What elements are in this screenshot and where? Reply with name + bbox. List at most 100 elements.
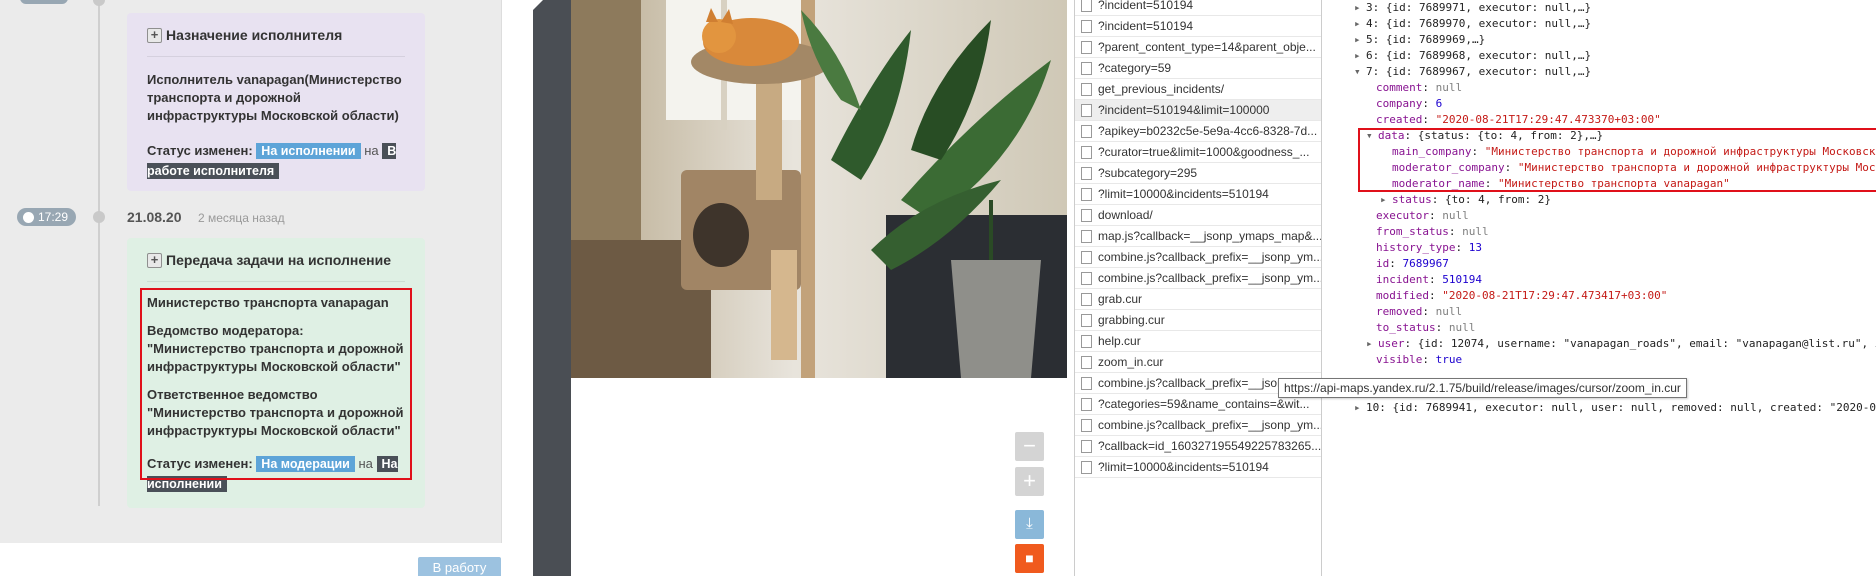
- timeline-dot: [93, 0, 105, 6]
- status-on-label: на: [364, 143, 379, 158]
- network-request-row[interactable]: ?limit=10000&incidents=510194: [1075, 457, 1321, 478]
- console-value: null: [1462, 225, 1489, 238]
- file-icon: [1081, 334, 1092, 348]
- card-title: + Передача задачи на исполнение: [147, 252, 405, 268]
- file-icon: [1081, 355, 1092, 369]
- request-name: ?parent_content_type=14&parent_obje...: [1098, 40, 1316, 54]
- console-entry[interactable]: 6: {id: 7689968, executor: null,…}: [1366, 49, 1591, 62]
- network-request-row[interactable]: combine.js?callback_prefix=__jsonp_ym...: [1075, 415, 1321, 436]
- event-date: 21.08.20: [127, 209, 182, 225]
- highlight-box: [140, 288, 412, 480]
- zoom-out-button[interactable]: −: [1015, 432, 1044, 461]
- file-icon: [1081, 460, 1092, 474]
- request-name: ?apikey=b0232c5e-5e9a-4cc6-8328-7d...: [1098, 124, 1318, 138]
- network-request-row[interactable]: ?subcategory=295: [1075, 163, 1321, 184]
- network-request-row[interactable]: ?apikey=b0232c5e-5e9a-4cc6-8328-7d...: [1075, 121, 1321, 142]
- delete-button[interactable]: ■: [1015, 544, 1044, 573]
- file-icon: [1081, 0, 1092, 12]
- network-request-list: ?incident=510194 ?incident=510194 ?parent_…: [1074, 0, 1322, 576]
- network-request-row[interactable]: ?limit=10000&incidents=510194: [1075, 184, 1321, 205]
- file-icon: [1081, 229, 1092, 243]
- network-request-row[interactable]: grabbing.cur: [1075, 310, 1321, 331]
- expand-arrow-icon[interactable]: ▸: [1366, 336, 1378, 352]
- file-icon: [1081, 19, 1092, 33]
- expand-arrow-icon[interactable]: ▸: [1354, 0, 1366, 16]
- network-request-row[interactable]: combine.js?callback_prefix=__jsonp_ym...: [1075, 268, 1321, 289]
- console-entry[interactable]: 4: {id: 7689970, executor: null,…}: [1366, 17, 1591, 30]
- divider: [147, 56, 405, 57]
- console-entry[interactable]: 3: {id: 7689971, executor: null,…}: [1366, 1, 1591, 14]
- console-value: {id: 12074, username: "vanapagan_roads",…: [1417, 337, 1876, 350]
- console-value: 510194: [1442, 273, 1482, 286]
- console-value: 7689967: [1402, 257, 1449, 270]
- network-request-row[interactable]: combine.js?callback_prefix=__jsonp_ym...: [1075, 247, 1321, 268]
- console-value: "2020-08-21T17:29:47.473370+03:00": [1435, 113, 1661, 126]
- expand-icon[interactable]: +: [147, 252, 162, 268]
- file-icon: [1081, 271, 1092, 285]
- network-request-row[interactable]: ?incident=510194&limit=100000: [1075, 100, 1321, 121]
- event-time: 17:29: [38, 210, 69, 224]
- network-request-row[interactable]: ?callback=id_160327195549225783265...: [1075, 436, 1321, 457]
- network-rows: ?incident=510194 ?incident=510194 ?parent_…: [1075, 0, 1321, 478]
- request-name: ?callback=id_160327195549225783265...: [1098, 439, 1321, 453]
- network-request-row[interactable]: help.cur: [1075, 331, 1321, 352]
- network-request-row[interactable]: get_previous_incidents/: [1075, 79, 1321, 100]
- timeline-dot: [93, 211, 105, 223]
- request-name: grab.cur: [1098, 292, 1143, 306]
- url-tooltip: https://api-maps.yandex.ru/2.1.75/build/…: [1278, 378, 1687, 398]
- file-icon: [1081, 439, 1092, 453]
- console-entry[interactable]: 7: {id: 7689967, executor: null,…}: [1366, 65, 1591, 78]
- console-value: {to: 4, from: 2}: [1445, 193, 1551, 206]
- console-value: null: [1435, 81, 1463, 94]
- expand-arrow-icon[interactable]: ▸: [1354, 16, 1366, 32]
- history-panel: + Назначение исполнителя Исполнитель van…: [0, 0, 502, 543]
- download-icon: ⤓: [1026, 515, 1033, 532]
- file-icon: [1081, 208, 1092, 222]
- request-name: help.cur: [1098, 334, 1141, 348]
- incident-photo[interactable]: [571, 0, 1067, 378]
- expand-arrow-icon[interactable]: ▸: [1354, 400, 1366, 416]
- expand-icon[interactable]: +: [147, 27, 162, 43]
- request-name: map.js?callback=__jsonp_ymaps_map&...: [1098, 229, 1321, 243]
- network-request-row[interactable]: ?incident=510194: [1075, 16, 1321, 37]
- request-name: ?limit=10000&incidents=510194: [1098, 187, 1269, 201]
- request-name: ?limit=10000&incidents=510194: [1098, 460, 1269, 474]
- console-value: null: [1435, 305, 1463, 318]
- download-button[interactable]: ⤓: [1015, 510, 1044, 539]
- request-name: ?incident=510194&limit=100000: [1098, 103, 1270, 117]
- executor-text: Исполнитель vanapagan(Министерство транс…: [147, 72, 402, 123]
- file-icon: [1081, 313, 1092, 327]
- network-request-row[interactable]: ?parent_content_type=14&parent_obje...: [1075, 37, 1321, 58]
- network-request-row[interactable]: ?curator=true&limit=1000&goodness_...: [1075, 142, 1321, 163]
- expand-arrow-icon[interactable]: ▸: [1380, 192, 1392, 208]
- expand-arrow-icon[interactable]: ▸: [1354, 32, 1366, 48]
- expand-arrow-icon[interactable]: ▸: [1354, 48, 1366, 64]
- request-name: combine.js?callback_prefix=__jsonp_ym...: [1098, 271, 1321, 285]
- console-value: 13: [1468, 241, 1482, 254]
- network-request-row[interactable]: download/: [1075, 205, 1321, 226]
- console-entry[interactable]: 5: {id: 7689969,…}: [1366, 33, 1485, 46]
- take-to-work-button[interactable]: В работу: [418, 557, 501, 576]
- file-icon: [1081, 124, 1092, 138]
- network-request-row[interactable]: map.js?callback=__jsonp_ymaps_map&...: [1075, 226, 1321, 247]
- time-pill: 17:29: [17, 208, 77, 226]
- time-pill-partial: [20, 0, 68, 4]
- file-icon: [1081, 82, 1092, 96]
- network-request-row[interactable]: ?incident=510194: [1075, 0, 1321, 16]
- file-icon: [1081, 397, 1092, 411]
- network-request-row[interactable]: grab.cur: [1075, 289, 1321, 310]
- file-icon: [1081, 376, 1092, 390]
- file-icon: [1081, 145, 1092, 159]
- console-value: 6: [1435, 97, 1443, 110]
- request-name: ?incident=510194: [1098, 0, 1194, 12]
- console-value: null: [1442, 209, 1469, 222]
- network-request-row[interactable]: zoom_in.cur: [1075, 352, 1321, 373]
- card-title-text: Назначение исполнителя: [166, 27, 343, 43]
- request-name: grabbing.cur: [1098, 313, 1165, 327]
- status-prefix: Статус изменен:: [147, 143, 253, 158]
- zoom-in-button[interactable]: +: [1015, 467, 1044, 496]
- console-entry[interactable]: 10: {id: 7689941, executor: null, user: …: [1366, 401, 1876, 414]
- request-name: ?categories=59&name_contains=&wit...: [1098, 397, 1310, 411]
- collapse-arrow-icon[interactable]: ▾: [1354, 64, 1366, 80]
- network-request-row[interactable]: ?category=59: [1075, 58, 1321, 79]
